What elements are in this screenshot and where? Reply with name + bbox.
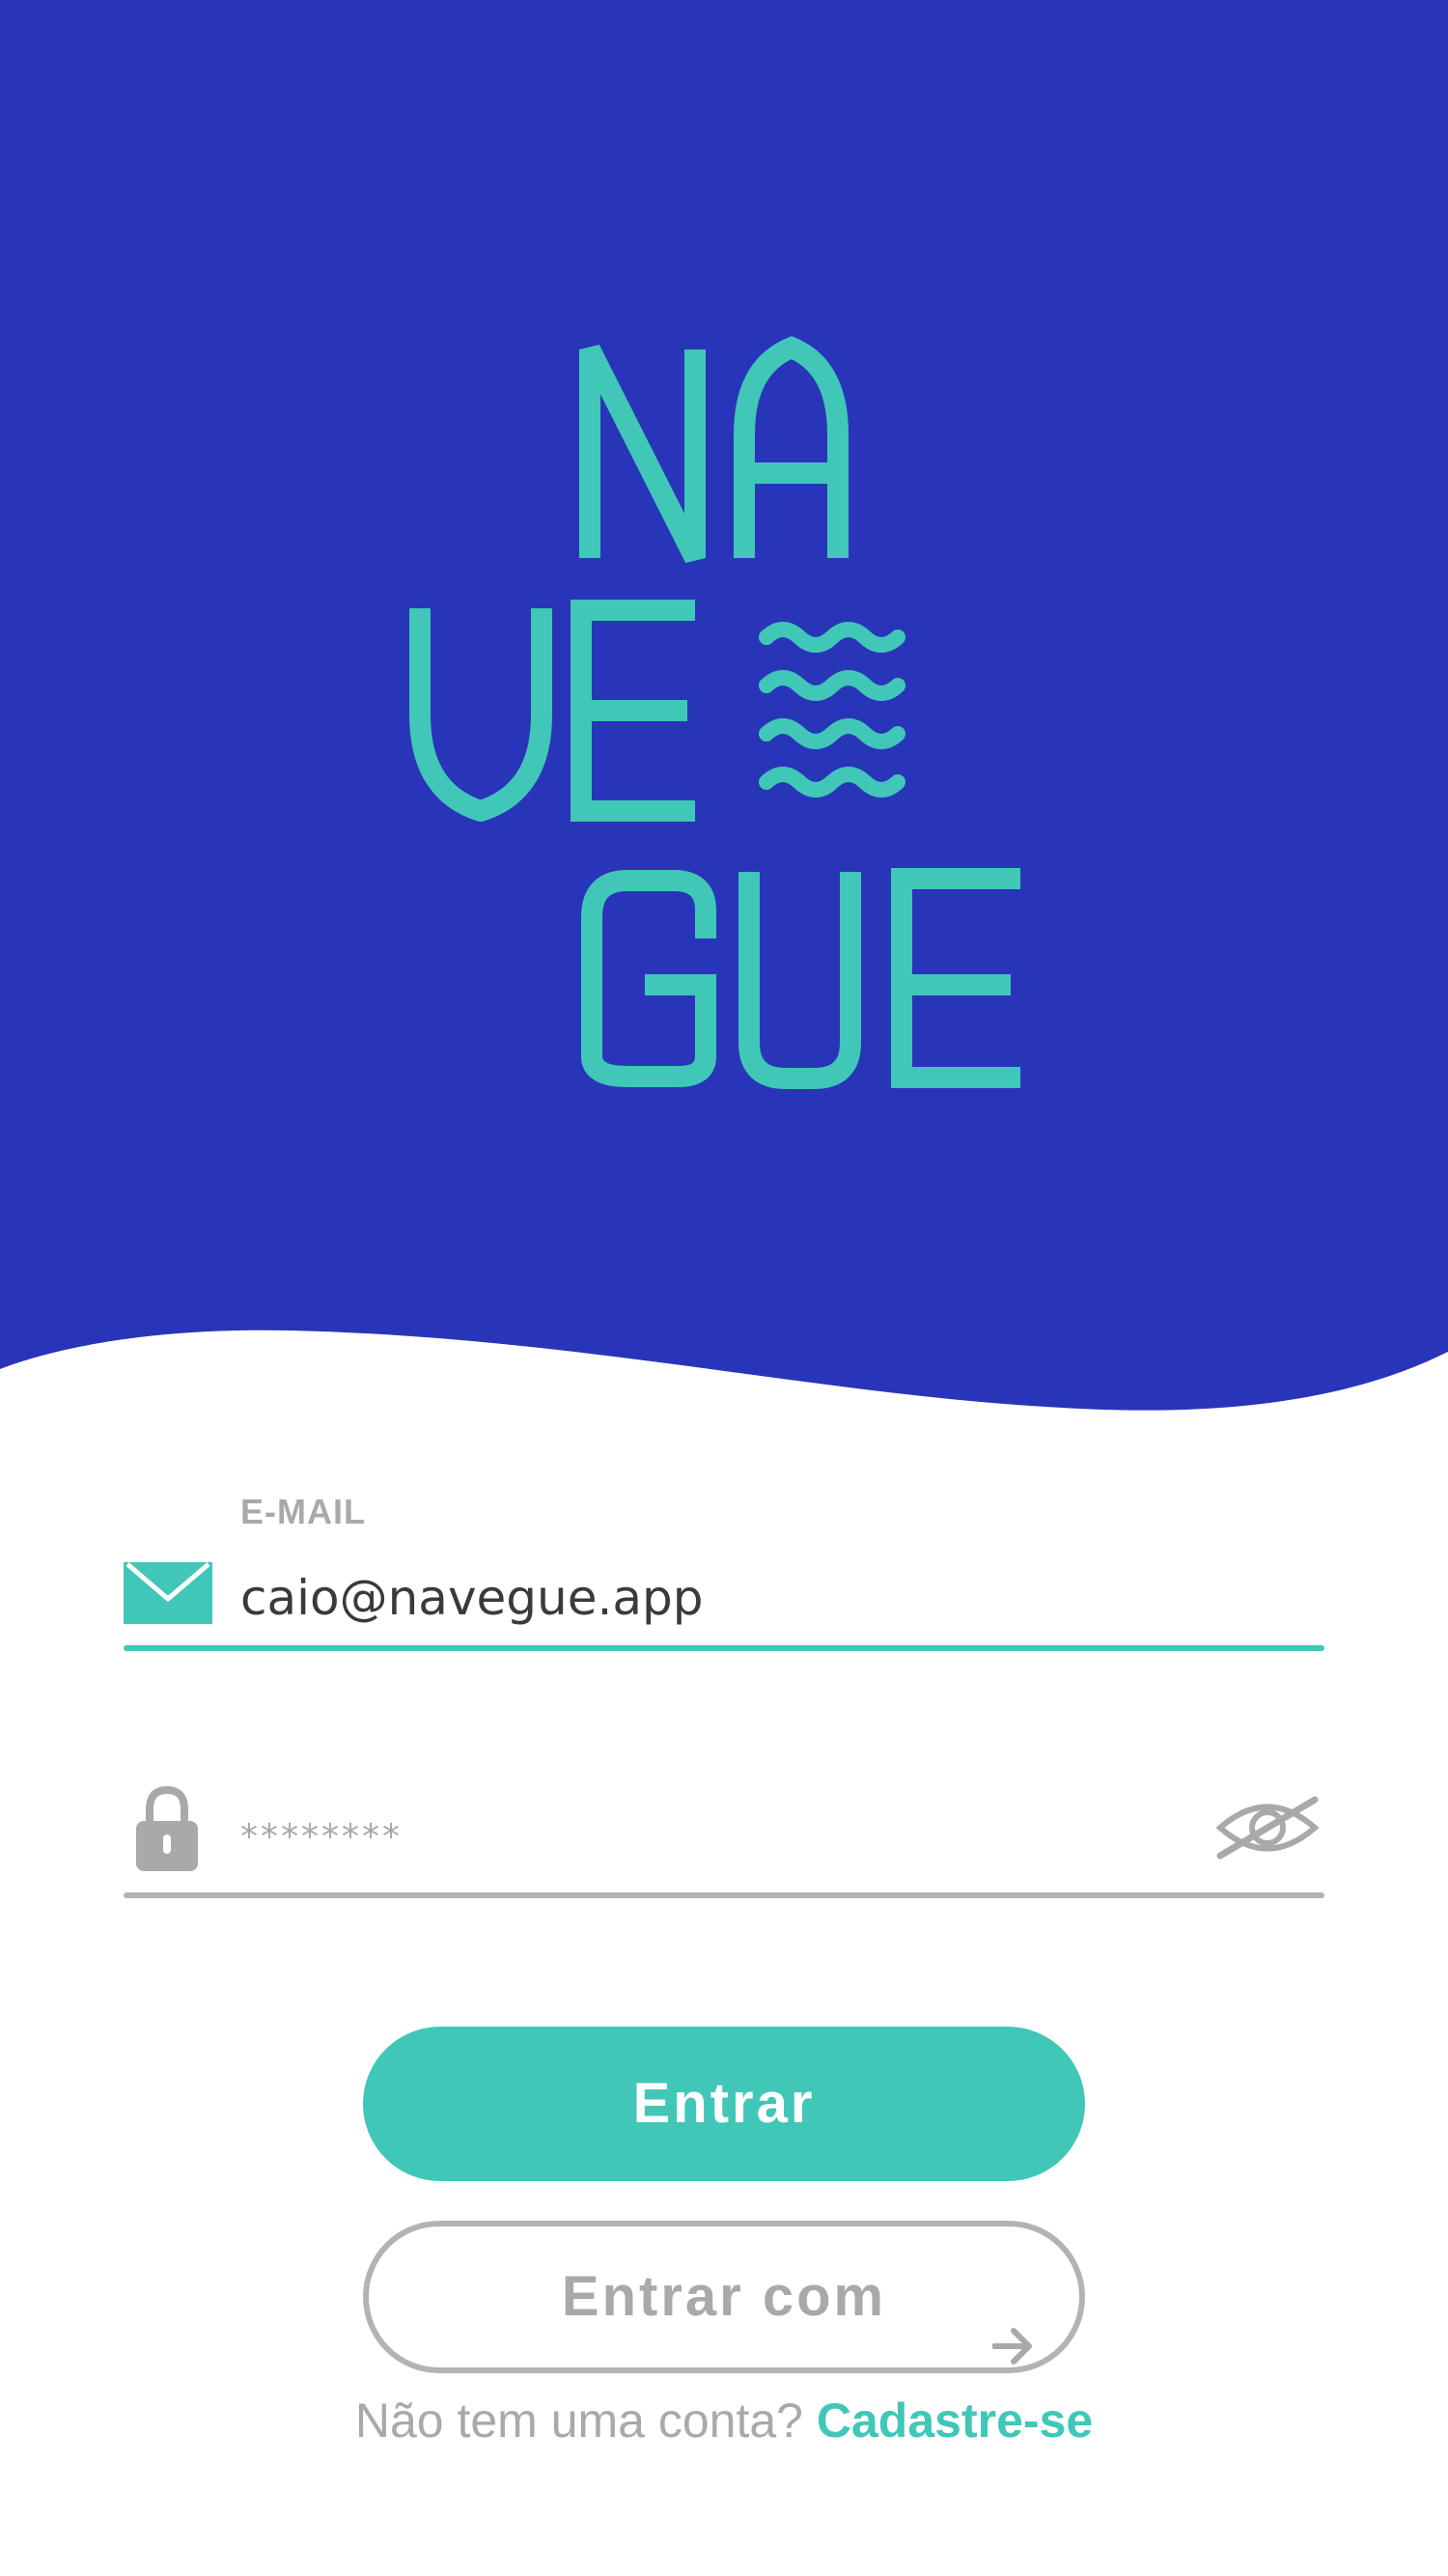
password-input[interactable] <box>240 1807 1109 1865</box>
email-underline <box>124 1645 1324 1651</box>
email-field[interactable] <box>124 1545 1324 1653</box>
eye-off-icon[interactable] <box>1214 1794 1321 1866</box>
email-input[interactable] <box>240 1564 1206 1632</box>
logo-letter-e <box>571 600 695 822</box>
envelope-icon <box>124 1562 212 1629</box>
signup-link[interactable]: Cadastre-se <box>817 2394 1093 2448</box>
login-with-label: Entrar com <box>561 2265 887 2328</box>
password-field[interactable] <box>124 1767 1324 1902</box>
logo-letter-n <box>579 345 706 563</box>
login-screen: E-MAIL En <box>0 0 1448 2576</box>
logo-letter-g <box>581 870 716 1087</box>
lock-icon <box>136 1784 198 1876</box>
signup-row: Não tem uma conta? Cadastre-se <box>0 2393 1448 2449</box>
logo-letter-e-2 <box>891 868 1020 1088</box>
password-underline <box>124 1892 1324 1898</box>
email-label: E-MAIL <box>240 1492 366 1531</box>
waves-icon <box>759 622 905 798</box>
logo-letter-v <box>409 608 552 822</box>
logo-letter-a <box>734 336 849 558</box>
login-with-button[interactable]: Entrar com <box>363 2221 1085 2373</box>
login-button[interactable]: Entrar <box>363 2027 1085 2181</box>
signup-prompt: Não tem uma conta? <box>354 2394 803 2448</box>
login-button-label: Entrar <box>632 2072 816 2135</box>
navegue-logo <box>409 336 1020 1089</box>
logo-letter-u <box>738 872 861 1089</box>
hero-banner <box>0 0 1448 1429</box>
